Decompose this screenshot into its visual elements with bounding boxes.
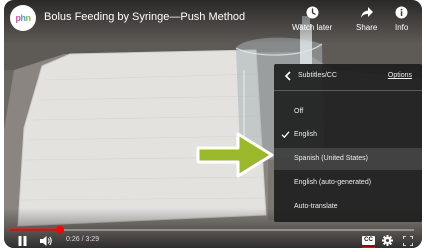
- share-label: Share: [356, 23, 378, 32]
- pointer-arrow-graphic: [196, 132, 274, 178]
- time-display: 0:26 / 3:29: [66, 236, 100, 243]
- progress-bar[interactable]: [10, 226, 414, 234]
- subtitle-option-label: English: [294, 131, 317, 138]
- page-frame: p h n Bolus Feeding by Syringe—Push Meth…: [0, 0, 428, 252]
- channel-avatar[interactable]: p h n: [10, 5, 36, 31]
- gear-icon[interactable]: [382, 235, 393, 246]
- clock-icon: [306, 6, 319, 19]
- video-player[interactable]: p h n Bolus Feeding by Syringe—Push Meth…: [4, 0, 422, 248]
- subtitle-option-label: English (auto-generated): [294, 179, 372, 186]
- volume-icon[interactable]: [40, 236, 53, 246]
- progress-played: [10, 229, 61, 231]
- watch-later-button[interactable]: Watch later: [292, 6, 332, 32]
- captions-button[interactable]: CC: [362, 236, 375, 245]
- logo-letter-n: n: [25, 13, 32, 23]
- subtitle-option-spanish-us[interactable]: Spanish (United States): [274, 148, 422, 170]
- subtitle-option-english-auto[interactable]: English (auto-generated): [274, 172, 422, 194]
- checkmark-icon: [281, 131, 290, 139]
- info-label: Info: [395, 23, 409, 32]
- subtitles-menu-title[interactable]: Subtitles/CC: [298, 72, 337, 79]
- captions-active-indicator: [362, 247, 375, 248]
- pause-icon[interactable]: [18, 236, 27, 246]
- subtitle-option-auto-translate[interactable]: Auto-translate: [274, 196, 422, 218]
- watch-later-label: Watch later: [292, 23, 333, 32]
- subtitles-menu-header: Subtitles/CC Options: [274, 64, 422, 91]
- info-button[interactable]: Info: [395, 6, 408, 32]
- fullscreen-icon[interactable]: [403, 236, 413, 246]
- subtitles-menu: Subtitles/CC Options Off English Spanish…: [274, 64, 422, 222]
- video-title[interactable]: Bolus Feeding by Syringe—Push Method: [44, 11, 245, 23]
- chevron-left-icon[interactable]: [284, 71, 292, 81]
- subtitles-options-link[interactable]: Options: [388, 72, 412, 79]
- subtitle-option-english[interactable]: English: [274, 124, 422, 146]
- subtitle-option-label: Auto-translate: [294, 203, 338, 210]
- share-arrow-icon: [360, 7, 373, 18]
- share-button[interactable]: Share: [356, 6, 377, 32]
- info-icon: [395, 6, 408, 19]
- subtitle-option-off[interactable]: Off: [274, 101, 422, 123]
- subtitle-option-label: Spanish (United States): [294, 155, 368, 162]
- subtitle-option-label: Off: [294, 108, 304, 115]
